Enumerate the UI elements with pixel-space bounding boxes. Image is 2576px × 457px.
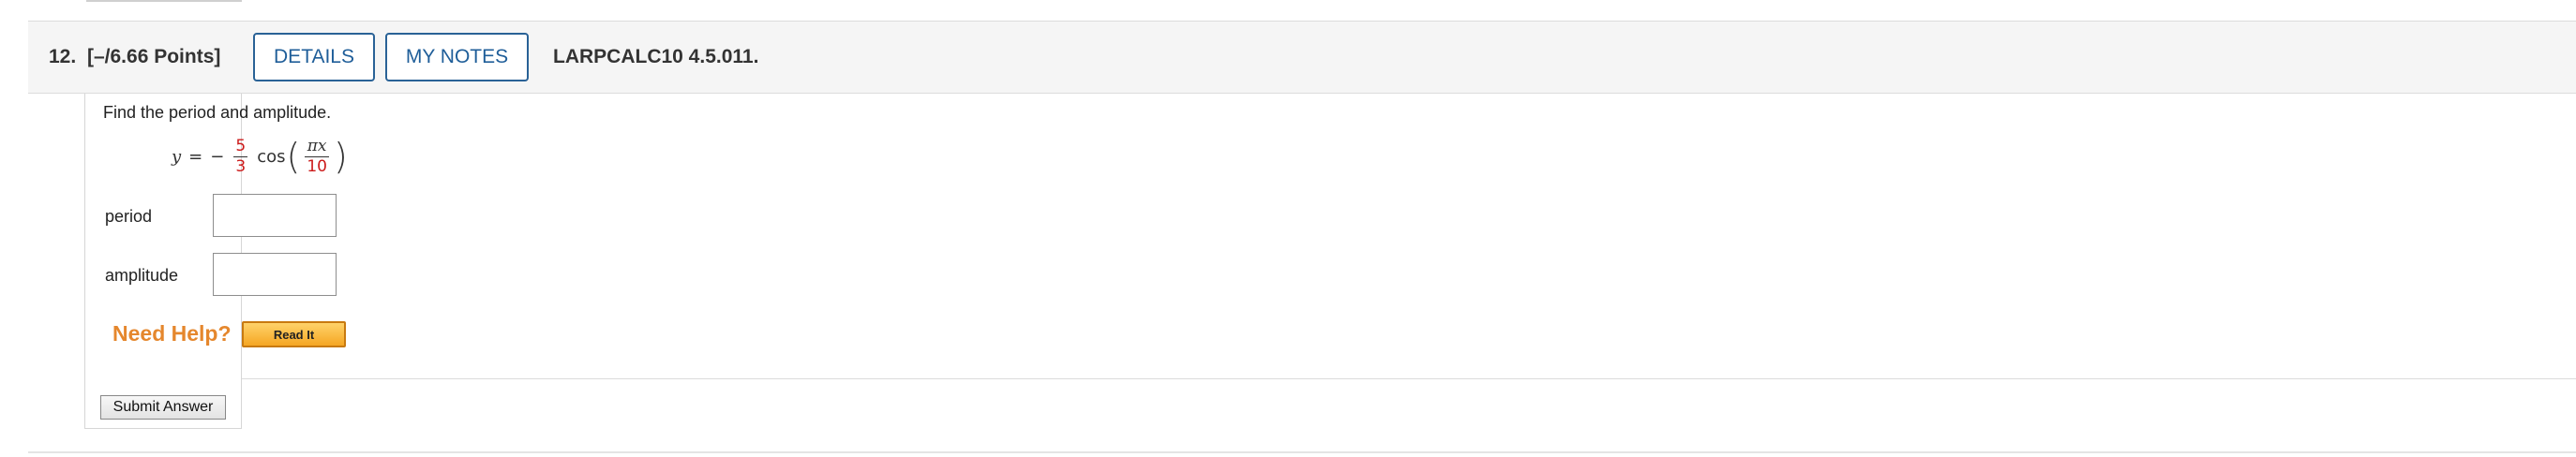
cos-function: cos bbox=[257, 146, 286, 167]
argument-numerator: πx bbox=[307, 136, 327, 155]
question-code: LARPCALC10 4.5.011. bbox=[553, 46, 759, 67]
negative-sign: − bbox=[210, 146, 225, 167]
question-points: [–/6.66 Points] bbox=[87, 46, 221, 67]
coefficient-fraction: 5 3 bbox=[233, 136, 248, 176]
need-help-label: Need Help? bbox=[112, 321, 232, 346]
my-notes-button[interactable]: MY NOTES bbox=[385, 33, 529, 81]
open-paren: ( bbox=[286, 136, 301, 177]
read-it-button[interactable]: Read It bbox=[242, 321, 346, 347]
argument-denominator: 10 bbox=[305, 155, 329, 176]
amplitude-label: amplitude bbox=[105, 266, 179, 285]
coefficient-numerator: 5 bbox=[235, 136, 247, 155]
question-page: 12. [–/6.66 Points] DETAILS MY NOTES LAR… bbox=[0, 0, 2576, 457]
amplitude-input[interactable] bbox=[213, 253, 337, 296]
submit-answer-button[interactable]: Submit Answer bbox=[100, 395, 226, 420]
question-header: 12. [–/6.66 Points] DETAILS MY NOTES LAR… bbox=[28, 21, 2576, 94]
details-button[interactable]: DETAILS bbox=[253, 33, 375, 81]
question-instruction: Find the period and amplitude. bbox=[103, 103, 332, 122]
close-paren: ) bbox=[333, 136, 348, 177]
equals-sign: = bbox=[188, 146, 203, 167]
coefficient-denominator: 3 bbox=[233, 155, 248, 176]
question-number: 12. bbox=[49, 46, 77, 67]
bottom-divider bbox=[28, 451, 2576, 453]
period-input[interactable] bbox=[213, 194, 337, 237]
divider bbox=[242, 378, 2576, 379]
argument-fraction: πx 10 bbox=[305, 136, 329, 176]
equation: y = − 5 3 cos ( πx 10 ) bbox=[172, 133, 349, 180]
equation-lhs: y bbox=[172, 146, 182, 167]
previous-section-edge bbox=[86, 0, 242, 2]
period-label: period bbox=[105, 207, 153, 226]
